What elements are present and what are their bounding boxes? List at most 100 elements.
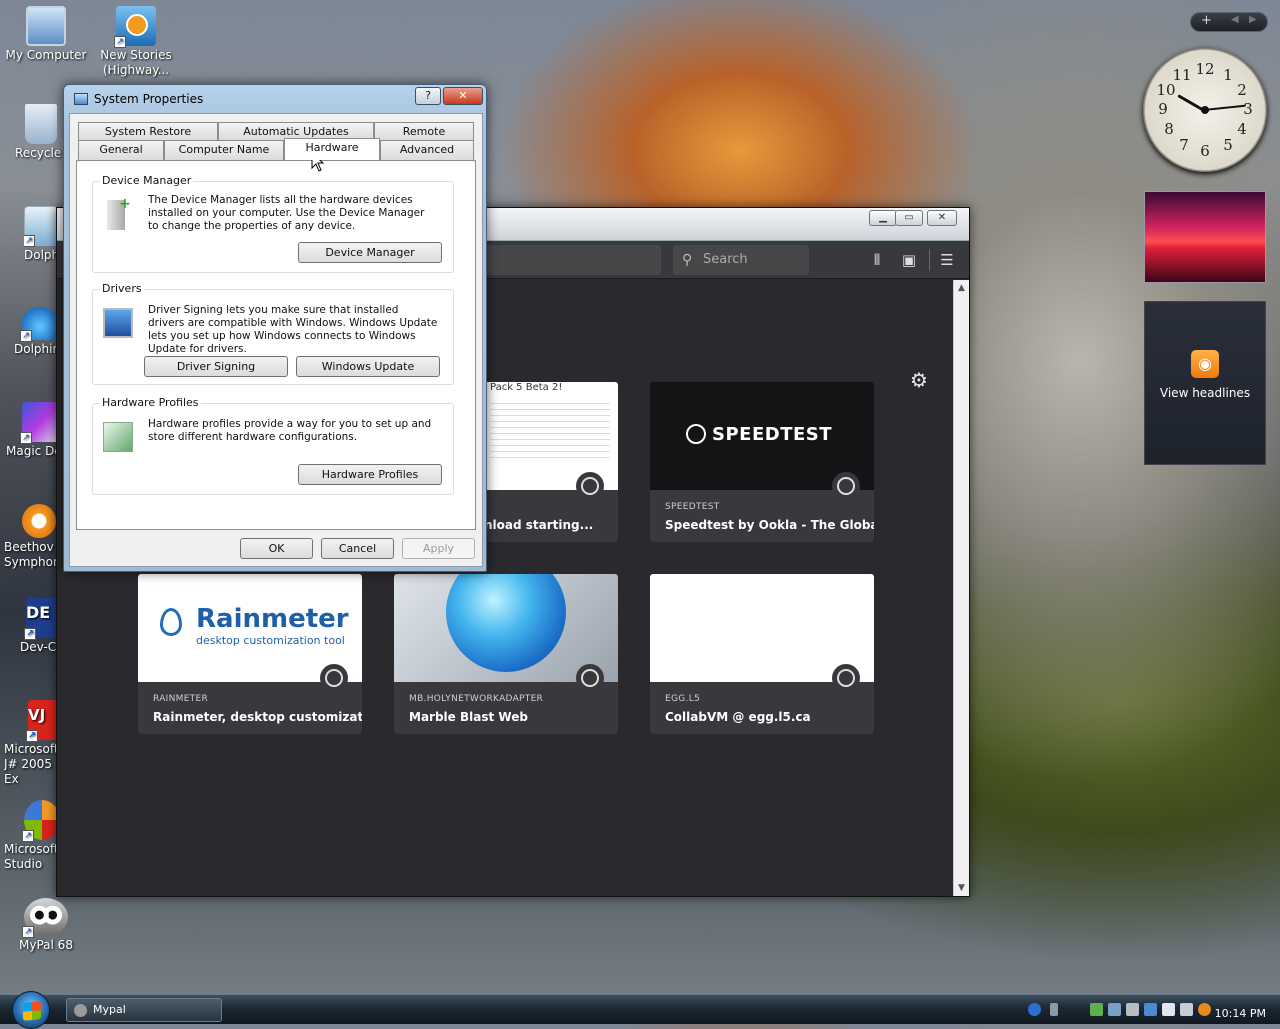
minimize-button[interactable]: ▁ <box>869 210 897 226</box>
magic-icon: ↗ <box>20 402 60 444</box>
search-input[interactable]: ⚲ Search <box>673 245 809 275</box>
tile-thumbnail: SPEEDTEST <box>650 382 874 500</box>
ok-button[interactable]: OK <box>240 538 313 559</box>
desktop-icon-new-stories[interactable]: ↗ New Stories (Highway... <box>90 6 182 78</box>
top-site-tile[interactable]: EGG.L5 CollabVM @ egg.l5.ca <box>650 574 874 734</box>
sidebar-add-button[interactable]: + <box>1201 13 1212 28</box>
menu-hamburger-icon[interactable]: ☰ <box>937 250 957 270</box>
tab-system-restore[interactable]: System Restore <box>78 122 218 140</box>
maximize-button[interactable]: ▭ <box>895 210 923 226</box>
tile-title: CollabVM @ egg.l5.ca <box>665 710 811 724</box>
close-button[interactable]: ✕ <box>927 210 957 226</box>
start-button[interactable] <box>12 991 50 1029</box>
help-tray-icon[interactable] <box>1028 1003 1041 1016</box>
tile-thumbnail: Rainmeter desktop customization tool <box>138 574 362 692</box>
desktop-icon-beethoven[interactable]: Beethov Symphon <box>4 504 62 570</box>
scroll-down-icon[interactable]: ▼ <box>954 880 969 896</box>
clock-gadget[interactable]: 12 1 2 3 4 5 6 7 8 9 10 11 <box>1143 48 1267 172</box>
device-manager-icon: + <box>107 196 131 230</box>
display-tray-icon[interactable] <box>1144 1003 1157 1016</box>
mypal-taskbar-icon <box>74 1004 87 1017</box>
desktop-icon-visual-studio[interactable]: ↗ Microsoft Studio <box>4 800 62 872</box>
group-label: Hardware Profiles <box>100 396 201 409</box>
desktop-icon-label: Microsoft J# 2005 Ex <box>4 742 59 786</box>
tab-computer-name[interactable]: Computer Name <box>164 140 284 160</box>
desktop-icon-vj[interactable]: VJ ↗ Microsoft J# 2005 Ex <box>4 700 62 787</box>
apply-button[interactable]: Apply <box>402 538 475 559</box>
feed-headlines-gadget[interactable]: ◉ View headlines <box>1144 301 1266 465</box>
tab-hardware[interactable]: Hardware <box>284 138 380 160</box>
speedtest-logo-text: SPEEDTEST <box>712 424 833 445</box>
toolbar-divider <box>929 249 930 271</box>
printer-tray-icon[interactable] <box>1126 1003 1139 1016</box>
desktop-icon-label: Beethov Symphon <box>4 540 61 569</box>
tab-general[interactable]: General <box>78 140 164 160</box>
tile-site: RAINMETER <box>153 694 209 704</box>
library-icon[interactable]: ⫴ <box>867 250 887 270</box>
computer-icon <box>26 6 66 46</box>
desktop-icon-my-computer[interactable]: My Computer <box>0 6 92 63</box>
tile-thumbnail <box>650 574 874 692</box>
system-tray: 10:14 PM <box>1024 999 1280 1021</box>
visual-studio-icon: ↗ <box>22 800 60 842</box>
windows-update-button[interactable]: Windows Update <box>296 356 440 377</box>
sidebar-prev-icon[interactable]: ◀ <box>1231 14 1239 25</box>
clock-number: 9 <box>1158 100 1168 118</box>
media-file-icon <box>22 504 56 538</box>
recycle-bin-icon <box>25 104 57 144</box>
dialog-titlebar[interactable]: System Properties ? ✕ <box>64 85 486 111</box>
system-properties-dialog: System Properties ? ✕ System Restore Aut… <box>63 84 487 572</box>
ime-tray-icon[interactable] <box>1180 1003 1193 1016</box>
tile-title: nload starting... <box>484 518 594 532</box>
tile-thumbnail <box>394 574 618 692</box>
monitor-tray-icon[interactable] <box>1108 1003 1121 1016</box>
dialog-title: System Properties <box>94 92 204 106</box>
clock-number: 7 <box>1179 136 1189 154</box>
pin-clock-icon <box>576 472 604 500</box>
shortcut-arrow-icon: ↗ <box>22 926 34 938</box>
pin-clock-icon <box>832 664 860 692</box>
tab-remote[interactable]: Remote <box>374 122 474 140</box>
network-tray-icon[interactable] <box>1050 1003 1058 1016</box>
sidebar-toggle-icon[interactable]: ▣ <box>899 250 919 270</box>
shortcut-arrow-icon: ↗ <box>114 36 126 48</box>
security-tray-icon[interactable] <box>1090 1003 1103 1016</box>
taskbar: Mypal 10:14 PM <box>0 991 1280 1029</box>
vertical-scrollbar[interactable]: ▲ ▼ <box>953 280 969 896</box>
tab-advanced[interactable]: Advanced <box>380 140 474 160</box>
desktop-icon-mypal[interactable]: ↗ MyPal 68 <box>0 898 92 953</box>
top-site-tile[interactable]: Rainmeter desktop customization tool RAI… <box>138 574 362 734</box>
tile-title: Marble Blast Web <box>409 710 528 724</box>
slideshow-gadget[interactable] <box>1144 191 1266 283</box>
group-description: Hardware profiles provide a way for you … <box>148 418 432 443</box>
address-bar[interactable] <box>477 245 661 275</box>
driver-signing-button[interactable]: Driver Signing <box>144 356 288 377</box>
device-manager-group: Device Manager + The Device Manager list… <box>92 174 454 273</box>
dialog-close-button[interactable]: ✕ <box>443 87 483 105</box>
marble-image <box>446 574 566 672</box>
top-site-tile[interactable]: MB.HOLYNETWORKADAPTER Marble Blast Web <box>394 574 618 734</box>
taskbar-item-mypal[interactable]: Mypal <box>66 998 222 1022</box>
desktop-icon-label: New Stories (Highway... <box>100 48 172 77</box>
dolphin-app-icon: ↗ <box>24 206 58 247</box>
scroll-up-icon[interactable]: ▲ <box>954 280 969 296</box>
rainmeter-tagline: desktop customization tool <box>196 634 345 647</box>
rss-icon: ◉ <box>1191 350 1219 378</box>
settings-gear-icon[interactable]: ⚙ <box>910 368 928 392</box>
taskbar-clock[interactable]: 10:14 PM <box>1215 1007 1266 1020</box>
pin-clock-icon <box>320 664 348 692</box>
sidebar-next-icon[interactable]: ▶ <box>1249 14 1257 25</box>
hardware-profiles-button[interactable]: Hardware Profiles <box>298 464 442 485</box>
document-tray-icon[interactable] <box>1162 1003 1175 1016</box>
pin-clock-icon <box>576 664 604 692</box>
clock-number: 12 <box>1195 60 1215 78</box>
desktop-icon-label: Microsoft Studio <box>4 842 59 871</box>
cancel-button[interactable]: Cancel <box>321 538 394 559</box>
taskbar-item-label: Mypal <box>93 1003 126 1016</box>
media-player-icon: ↗ <box>114 6 156 48</box>
help-button[interactable]: ? <box>415 87 441 105</box>
hardware-profiles-icon <box>103 422 133 452</box>
search-tray-icon[interactable] <box>1198 1003 1211 1016</box>
device-manager-button[interactable]: Device Manager <box>298 242 442 263</box>
top-site-tile[interactable]: SPEEDTEST SPEEDTEST Speedtest by Ookla -… <box>650 382 874 542</box>
